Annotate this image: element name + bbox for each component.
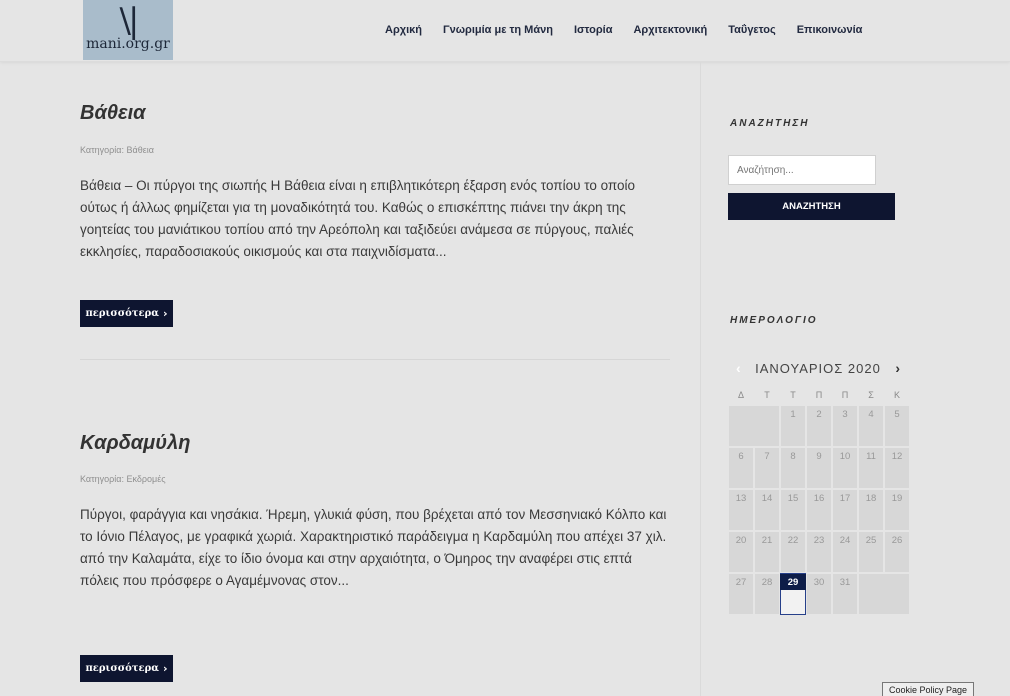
calendar-day: 15 [780,489,806,531]
calendar-day: 2 [806,405,832,447]
calendar-day: 10 [832,447,858,489]
calendar-day: 17 [832,489,858,531]
calendar-weekdays: Δ Τ Τ Π Π Σ Κ [728,390,910,400]
search-button[interactable]: ΑΝΑΖΗΤΗΣΗ [728,193,895,220]
post-title[interactable]: Καρδαμύλη [80,432,190,455]
calendar-weekday: Τ [764,390,770,400]
calendar-day: 14 [754,489,780,531]
calendar-day: 21 [754,531,780,573]
today-label: 29 [780,574,806,590]
logo-mark: \| [119,1,140,41]
read-more-label: περισσότερα [85,308,159,319]
search-input[interactable] [728,155,876,185]
calendar-weekday: Κ [893,390,900,400]
calendar-month: ΙΑΝΟΥΑΡΙΟΣ 2020 [755,360,881,376]
calendar-day: 7 [754,447,780,489]
calendar-day: 3 [832,405,858,447]
calendar-day: 26 [884,531,910,573]
site-header: \| mani.org.gr Αρχική Γνωριμία με τη Μάν… [0,0,1010,62]
calendar-day: 27 [728,573,754,615]
logo-text: mani.org.gr [86,36,170,52]
calendar-weekday: Δ [737,390,744,400]
post-divider [80,359,670,360]
calendar-day: 28 [754,573,780,615]
site-logo[interactable]: \| mani.org.gr [83,0,173,60]
calendar-day: 24 [832,531,858,573]
calendar-weekday: Σ [868,390,874,400]
calendar-empty-cell [728,405,780,447]
calendar-day: 19 [884,489,910,531]
post-excerpt: Βάθεια – Οι πύργοι της σιωπής Η Βάθεια ε… [80,178,636,259]
calendar-widget-title: ΗΜΕΡΟΛΟΓΙΟ [730,315,818,326]
post-excerpt: Πύργοι, φαράγγια και νησάκια. Ήρεμη, γλυ… [80,507,667,588]
calendar-day: 25 [858,531,884,573]
chevron-right-icon: › [162,307,168,320]
post-category[interactable]: Κατηγορία: Εκδρομές [80,474,166,484]
calendar-day: 8 [780,447,806,489]
nav-item-taygetos[interactable]: Ταΰγετος [728,24,775,36]
calendar-day: 16 [806,489,832,531]
nav-item-contact[interactable]: Επικοινωνία [797,24,863,36]
calendar-grid: 1 2 3 4 5 6 7 8 9 10 11 12 13 14 15 16 1… [728,405,910,615]
search-widget-title: ΑΝΑΖΗΤΗΣΗ [730,118,810,129]
post-title[interactable]: Βάθεια [80,102,146,125]
read-more-button[interactable]: περισσότερα › [80,300,173,327]
nav-item-history[interactable]: Ιστορία [574,24,613,36]
calendar-day: 4 [858,405,884,447]
main-nav: Αρχική Γνωριμία με τη Μάνη Ιστορία Αρχιτ… [385,24,862,36]
calendar-day: 12 [884,447,910,489]
calendar-day: 22 [780,531,806,573]
nav-item-home[interactable]: Αρχική [385,24,422,36]
nav-item-architecture[interactable]: Αρχιτεκτονική [633,24,707,36]
calendar-day: 18 [858,489,884,531]
calendar-day: 6 [728,447,754,489]
sidebar-divider [700,62,701,696]
calendar-day: 30 [806,573,832,615]
cookie-policy-link[interactable]: Cookie Policy Page [882,682,975,696]
calendar-day: 20 [728,531,754,573]
calendar-day-today[interactable]: 29 [780,573,806,615]
calendar-day: 1 [780,405,806,447]
calendar-weekday: Τ [790,390,796,400]
calendar-day: 5 [884,405,910,447]
calendar-day: 9 [806,447,832,489]
post-category[interactable]: Κατηγορία: Βάθεια [80,145,154,155]
read-more-button[interactable]: περισσότερα › [80,655,173,682]
calendar-day: 11 [858,447,884,489]
calendar-day: 13 [728,489,754,531]
calendar-header: ‹ ΙΑΝΟΥΑΡΙΟΣ 2020 › [728,356,908,380]
calendar-day: 23 [806,531,832,573]
chevron-left-icon[interactable]: ‹ [736,360,741,376]
nav-item-about-mani[interactable]: Γνωριμία με τη Μάνη [443,24,553,36]
calendar-empty-cell [858,573,910,615]
chevron-right-icon[interactable]: › [895,360,900,376]
chevron-right-icon: › [162,662,168,675]
read-more-label: περισσότερα [85,663,159,674]
calendar-weekday: Π [841,390,849,400]
calendar-day: 31 [832,573,858,615]
calendar-weekday: Π [815,390,823,400]
